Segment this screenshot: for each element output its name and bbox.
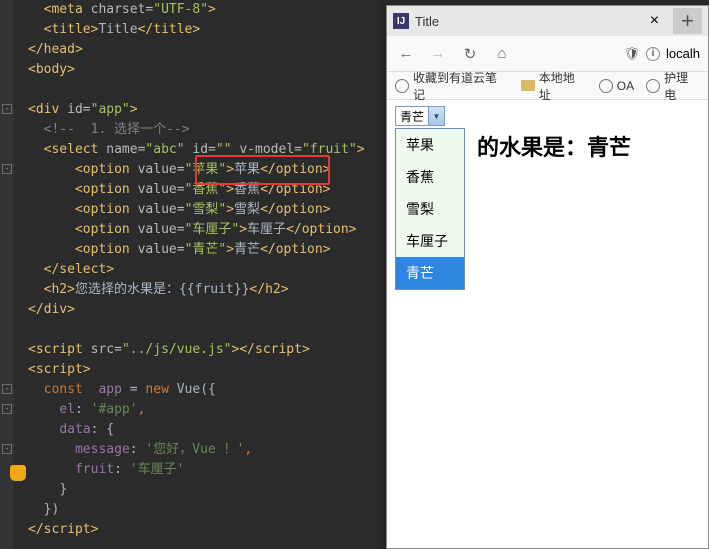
- gutter: - - - - -: [0, 0, 14, 549]
- fruit-select[interactable]: 青芒 ▼: [395, 106, 445, 126]
- lightbulb-icon[interactable]: [10, 465, 26, 481]
- globe-icon: [395, 79, 409, 93]
- select-dropdown: 苹果 香蕉 雪梨 车厘子 青芒: [395, 128, 465, 290]
- option-item[interactable]: 香蕉: [396, 161, 464, 193]
- shield-icon: 🛡: [624, 46, 641, 62]
- option-item-selected[interactable]: 青芒: [396, 257, 464, 289]
- option-item[interactable]: 车厘子: [396, 225, 464, 257]
- globe-icon: [599, 79, 613, 93]
- url-text: localh: [666, 46, 700, 61]
- reload-button[interactable]: ↻: [459, 43, 481, 65]
- close-tab-icon[interactable]: ×: [640, 12, 669, 30]
- bookmark-item[interactable]: 护理电: [646, 69, 700, 103]
- new-tab-button[interactable]: +: [673, 8, 702, 34]
- address-bar[interactable]: 🛡 i localh: [624, 46, 700, 62]
- page-content: 青芒 ▼ 苹果 香蕉 雪梨 车厘子 青芒 的水果是：青芒: [387, 100, 708, 548]
- favicon-icon: IJ: [393, 13, 409, 29]
- bookmark-folder[interactable]: 本地地址: [521, 69, 587, 103]
- fold-icon[interactable]: -: [2, 384, 12, 394]
- fold-icon[interactable]: -: [2, 164, 12, 174]
- home-button[interactable]: ⌂: [491, 43, 513, 65]
- tab-title[interactable]: Title: [415, 14, 640, 29]
- fold-icon[interactable]: -: [2, 444, 12, 454]
- forward-button[interactable]: →: [427, 43, 449, 65]
- globe-icon: [646, 79, 660, 93]
- info-icon[interactable]: i: [646, 47, 660, 61]
- browser-title-bar: IJ Title × +: [387, 6, 708, 36]
- fold-icon[interactable]: -: [2, 404, 12, 414]
- highlight-annotation: [195, 155, 330, 185]
- chevron-down-icon: ▼: [428, 107, 444, 125]
- back-button[interactable]: ←: [395, 43, 417, 65]
- result-heading: 的水果是：青芒: [477, 130, 631, 162]
- select-value: 青芒: [396, 108, 428, 125]
- bookmark-item[interactable]: OA: [599, 79, 634, 93]
- nav-toolbar: ← → ↻ ⌂ 🛡 i localh: [387, 36, 708, 72]
- folder-icon: [521, 80, 535, 91]
- bookmarks-bar: 收藏到有道云笔记 本地地址 OA 护理电: [387, 72, 708, 100]
- fold-icon[interactable]: -: [2, 104, 12, 114]
- option-item[interactable]: 雪梨: [396, 193, 464, 225]
- browser-window: IJ Title × + ← → ↻ ⌂ 🛡 i localh 收藏到有道云笔记…: [386, 5, 709, 549]
- bookmark-item[interactable]: 收藏到有道云笔记: [395, 69, 509, 103]
- option-item[interactable]: 苹果: [396, 129, 464, 161]
